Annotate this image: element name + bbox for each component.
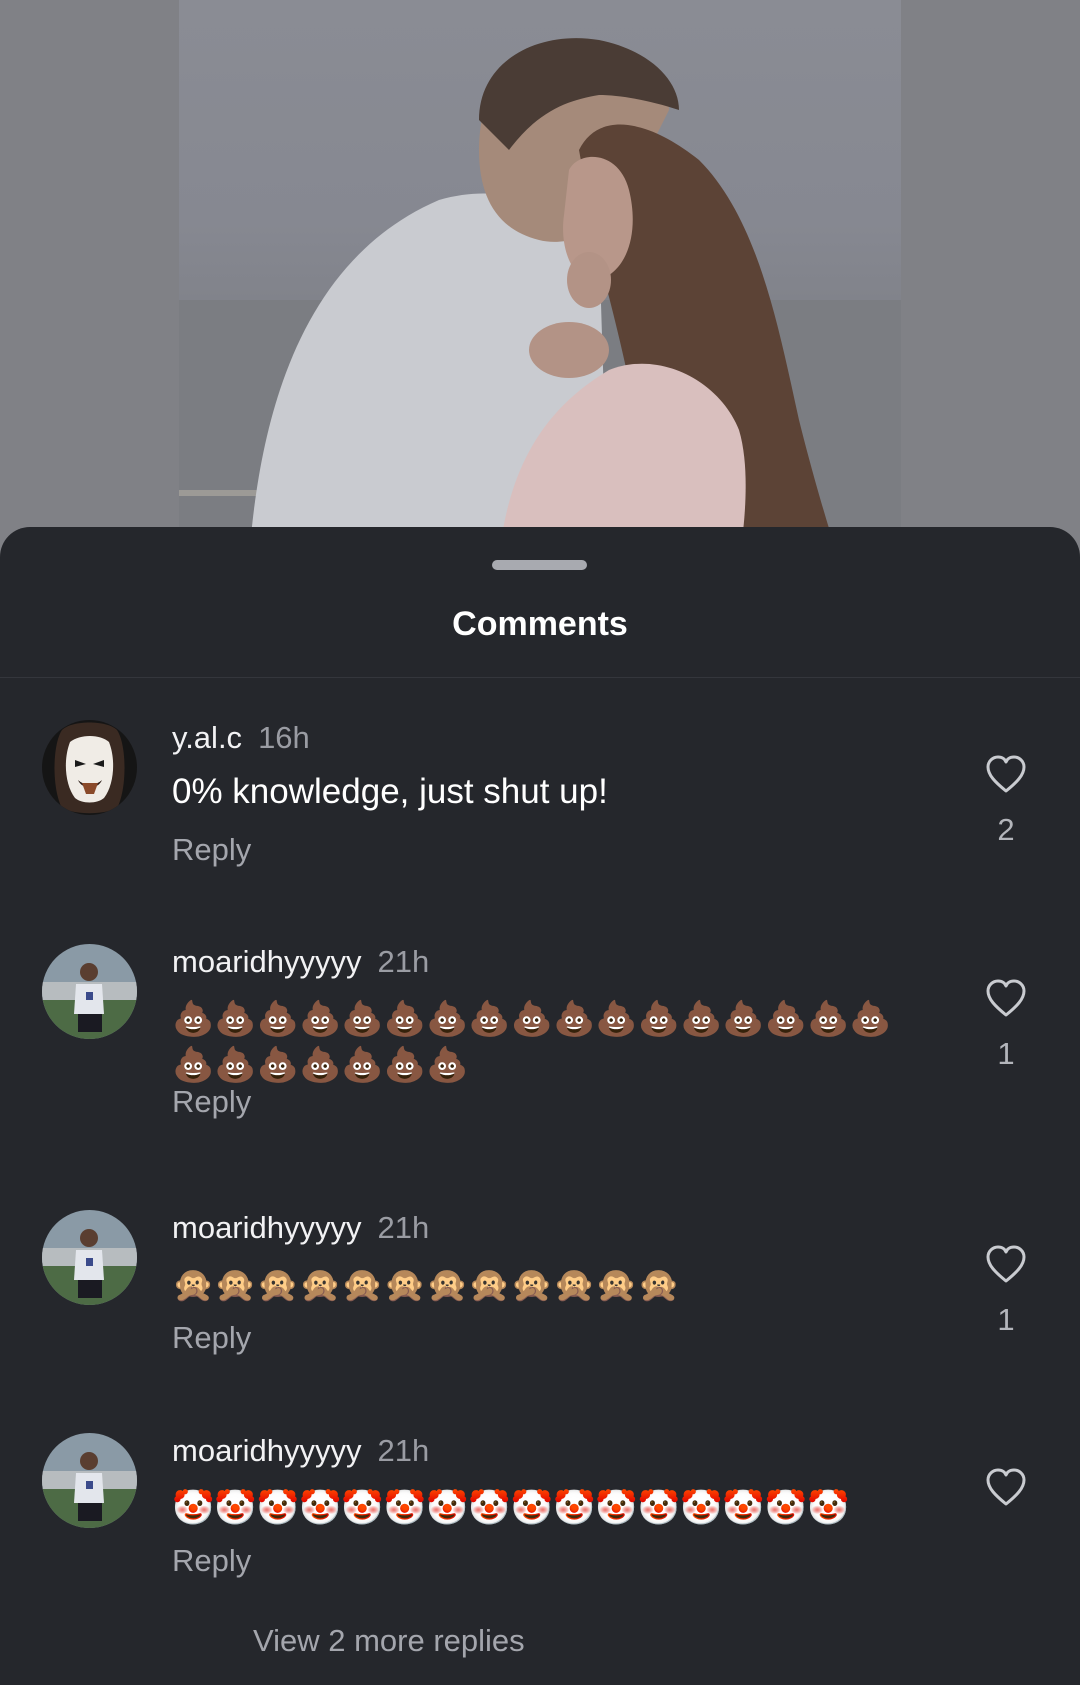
comment-header: y.al.c 16h [172,720,310,756]
reply-button[interactable]: Reply [172,1543,251,1579]
avatar[interactable] [42,1433,137,1528]
comment-text: 🙊🙊🙊🙊🙊🙊🙊🙊🙊🙊🙊🙊 [172,1265,681,1305]
timestamp: 16h [258,720,310,755]
avatar[interactable] [42,1210,137,1305]
comment-header: moaridhyyyyy 21h [172,1210,429,1246]
timestamp: 21h [377,1433,430,1468]
comment-text: 💩💩💩💩💩💩💩💩💩💩💩💩💩💩💩💩💩💩💩💩💩💩💩💩 [172,999,892,1085]
comments-sheet: Comments y.al.c 16h 0% knowledge, just sh… [0,527,1080,1685]
post-photo[interactable] [179,0,901,560]
sheet-title: Comments [452,605,628,643]
timestamp: 21h [377,1210,430,1245]
username[interactable]: y.al.c [172,720,242,755]
heart-outline-icon[interactable] [985,979,1027,1019]
comment-header: moaridhyyyyy 21h [172,1433,429,1469]
heart-outline-icon[interactable] [985,755,1027,795]
timestamp: 21h [377,944,430,979]
like-count: 2 [997,812,1015,847]
reply-button[interactable]: Reply [172,1084,251,1120]
username[interactable]: moaridhyyyyy [172,1433,362,1468]
drag-handle[interactable] [492,560,587,570]
comment-text: 🤡🤡🤡🤡🤡🤡🤡🤡🤡🤡🤡🤡🤡🤡🤡🤡 [172,1488,850,1528]
username[interactable]: moaridhyyyyy [172,1210,362,1245]
like-count: 1 [997,1036,1015,1071]
reply-button[interactable]: Reply [172,832,251,868]
avatar[interactable] [42,944,137,1039]
reply-button[interactable]: Reply [172,1320,251,1356]
avatar[interactable] [42,720,137,815]
heart-outline-icon[interactable] [985,1245,1027,1285]
comment-header: moaridhyyyyy 21h [172,944,429,980]
comment-text: 0% knowledge, just shut up! [172,772,608,811]
view-more-replies-button[interactable]: View 2 more replies [253,1623,525,1659]
username[interactable]: moaridhyyyyy [172,944,362,979]
like-count: 1 [997,1302,1015,1337]
divider [0,677,1080,678]
heart-outline-icon[interactable] [985,1468,1027,1508]
